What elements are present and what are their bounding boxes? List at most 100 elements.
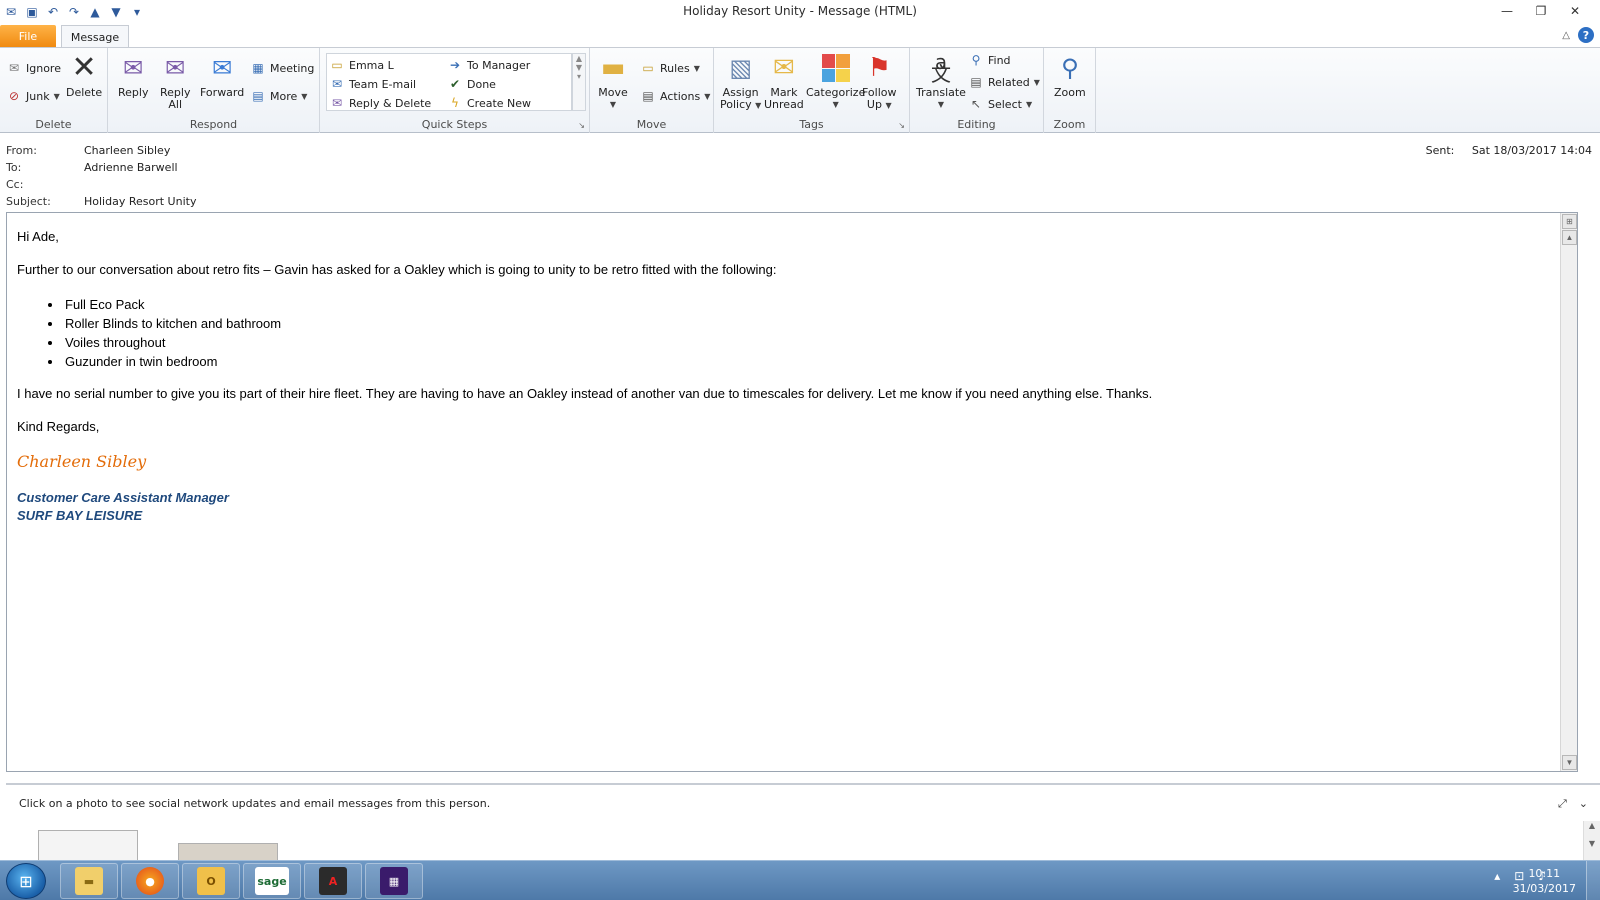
taskbar-sage[interactable]: sage (243, 863, 301, 899)
forward-icon: ✉ (212, 54, 233, 82)
scroll-up-icon[interactable]: ▲ (1562, 230, 1577, 245)
message-body[interactable]: Hi Ade, Further to our conversation abou… (6, 212, 1578, 772)
quick-steps-scrollbar[interactable]: ▲ ▼ ▾ (572, 53, 586, 111)
group-editing: a文 Translate ▼ ⚲ Find ▤ Related ▼ ↖ Sele… (910, 48, 1044, 133)
expand-icon[interactable]: ⤢ (1558, 797, 1567, 811)
from-value[interactable]: Charleen Sibley (84, 144, 170, 160)
group-label-zoom: Zoom (1053, 118, 1086, 131)
grid-app-icon: ▦ (380, 867, 408, 895)
binoculars-icon: ⚲ (971, 53, 981, 67)
group-label-tags: Tags (799, 118, 824, 131)
chevron-down-icon[interactable]: ⌄ (1579, 797, 1588, 811)
ribbon: ✉ Ignore ⊘ Junk ▼ ✕ Delete Delete ✉ Repl… (0, 47, 1600, 133)
junk-button[interactable]: ⊘ Junk ▼ (6, 88, 60, 104)
quickstep-emma-l[interactable]: ▭ Emma L (329, 57, 393, 73)
reply-all-button[interactable]: ✉ Reply All (160, 52, 190, 111)
help-icon[interactable]: ? (1578, 27, 1594, 43)
zoom-button[interactable]: ⚲ Zoom (1054, 52, 1086, 99)
minimize-button[interactable]: — (1490, 2, 1524, 20)
cc-label: Cc: (6, 178, 24, 191)
window-controls: — ❐ ✕ (1490, 2, 1592, 20)
folder-icon: ▬ (75, 867, 103, 895)
taskbar-outlook[interactable]: O (182, 863, 240, 899)
junk-icon: ⊘ (8, 89, 20, 103)
follow-up-button[interactable]: ⚑ Follow Up ▼ (862, 52, 897, 112)
meeting-button[interactable]: ▦ Meeting (250, 60, 314, 76)
forward-button[interactable]: ✉ Forward (200, 52, 244, 99)
related-button[interactable]: ▤ Related ▼ (968, 74, 1040, 90)
collapse-ribbon-icon[interactable]: △ (1562, 30, 1570, 41)
quickstep-create-new[interactable]: ϟ Create New (447, 95, 531, 111)
select-button[interactable]: ↖ Select ▼ (968, 96, 1032, 112)
taskbar-app[interactable]: ▦ (365, 863, 423, 899)
outlook-icon: O (197, 867, 225, 895)
show-hidden-icons-icon[interactable]: ▴ (1494, 869, 1500, 883)
chevron-down-icon: ▼ (885, 101, 892, 110)
mark-unread-button[interactable]: ✉ Mark Unread (764, 52, 804, 111)
quickstep-done[interactable]: ✔ Done (447, 76, 496, 92)
find-button[interactable]: ⚲ Find (968, 52, 1011, 68)
chevron-down-icon: ▼ (1033, 77, 1040, 87)
to-label: To: (6, 161, 22, 174)
group-delete: ✉ Ignore ⊘ Junk ▼ ✕ Delete Delete (0, 48, 108, 133)
cc-row: Cc: (6, 178, 84, 194)
subject-value: Holiday Resort Unity (84, 195, 197, 208)
move-button[interactable]: ▬ Move ▼ (598, 52, 628, 111)
ribbon-tabs: File Message △ ? (0, 24, 1600, 48)
calendar-icon: ▦ (252, 61, 264, 75)
chevron-down-icon: ▼ (693, 63, 700, 73)
list-item: Guzunder in twin bedroom (63, 352, 1547, 371)
maximize-button[interactable]: ❐ (1524, 2, 1558, 20)
dialog-launcher-icon[interactable]: ↘ (898, 121, 905, 130)
rules-button[interactable]: ▭ Rules ▼ (640, 60, 700, 76)
acrobat-icon: A (319, 867, 347, 895)
group-label-editing: Editing (957, 118, 996, 131)
taskbar-acrobat[interactable]: A (304, 863, 362, 899)
group-label-quick-steps: Quick Steps (421, 118, 488, 131)
clock[interactable]: 10:11 31/03/2017 (1513, 866, 1576, 896)
quickstep-to-manager[interactable]: ➔ To Manager (447, 57, 530, 73)
reply-delete-icon: ✉ (331, 96, 343, 110)
ruler-toggle-icon[interactable]: ⊞ (1562, 214, 1577, 229)
to-value[interactable]: Adrienne Barwell (84, 161, 178, 177)
translate-button[interactable]: a文 Translate ▼ (916, 52, 966, 111)
people-scrollbar[interactable]: ▲ ▼ (1583, 821, 1600, 865)
tab-message[interactable]: Message (61, 25, 129, 48)
from-label: From: (6, 144, 37, 157)
subject-row: Subject: Holiday Resort Unity (6, 195, 196, 211)
people-pane-text: Click on a photo to see social network u… (19, 797, 491, 810)
actions-button[interactable]: ▤ Actions ▼ (640, 88, 710, 104)
body-scrollbar[interactable]: ⊞ ▲ ▼ (1560, 213, 1577, 771)
ignore-button[interactable]: ✉ Ignore (6, 60, 61, 76)
from-row: From: Charleen Sibley (6, 144, 170, 160)
chevron-down-icon: ▼ (1025, 99, 1033, 109)
scroll-down-icon[interactable]: ▼ (1562, 755, 1577, 770)
start-button[interactable]: ⊞ (6, 863, 46, 899)
tab-file[interactable]: File (0, 25, 56, 47)
cursor-icon: ↖ (970, 97, 982, 111)
reply-button[interactable]: ✉ Reply (118, 52, 148, 99)
quickstep-team-email[interactable]: ✉ Team E-mail (329, 76, 416, 92)
close-button[interactable]: ✕ (1558, 2, 1592, 20)
taskbar-firefox[interactable]: ● (121, 863, 179, 899)
show-desktop-button[interactable] (1586, 861, 1600, 900)
group-label-delete: Delete (35, 118, 72, 131)
delete-button[interactable]: ✕ Delete (66, 52, 102, 99)
group-move: ▬ Move ▼ ▭ Rules ▼ ▤ Actions ▼ Move (590, 48, 714, 133)
taskbar-explorer[interactable]: ▬ (60, 863, 118, 899)
checkmark-icon: ✔ (449, 77, 461, 91)
group-label-move: Move (636, 118, 667, 131)
quickstep-reply-delete[interactable]: ✉ Reply & Delete (329, 95, 431, 111)
title-bar: ✉ ▣ ↶ ↷ ▲ ▼ ▾ Holiday Resort Unity - Mes… (0, 0, 1600, 24)
intro-paragraph: Further to our conversation about retro … (17, 262, 777, 277)
magnifier-icon: ⚲ (1061, 54, 1079, 82)
chevron-down-icon: ▼ (937, 100, 945, 109)
assign-policy-button[interactable]: ▧ Assign Policy ▼ (720, 52, 761, 112)
forward-arrow-icon: ➔ (449, 58, 461, 72)
closing: Kind Regards, (17, 419, 100, 434)
sage-icon: sage (255, 867, 289, 895)
categorize-button[interactable]: Categorize ▼ (806, 52, 865, 111)
more-respond-button[interactable]: ▤ More ▼ (250, 88, 307, 104)
list-item: Full Eco Pack (63, 295, 1547, 314)
dialog-launcher-icon[interactable]: ↘ (578, 121, 585, 130)
